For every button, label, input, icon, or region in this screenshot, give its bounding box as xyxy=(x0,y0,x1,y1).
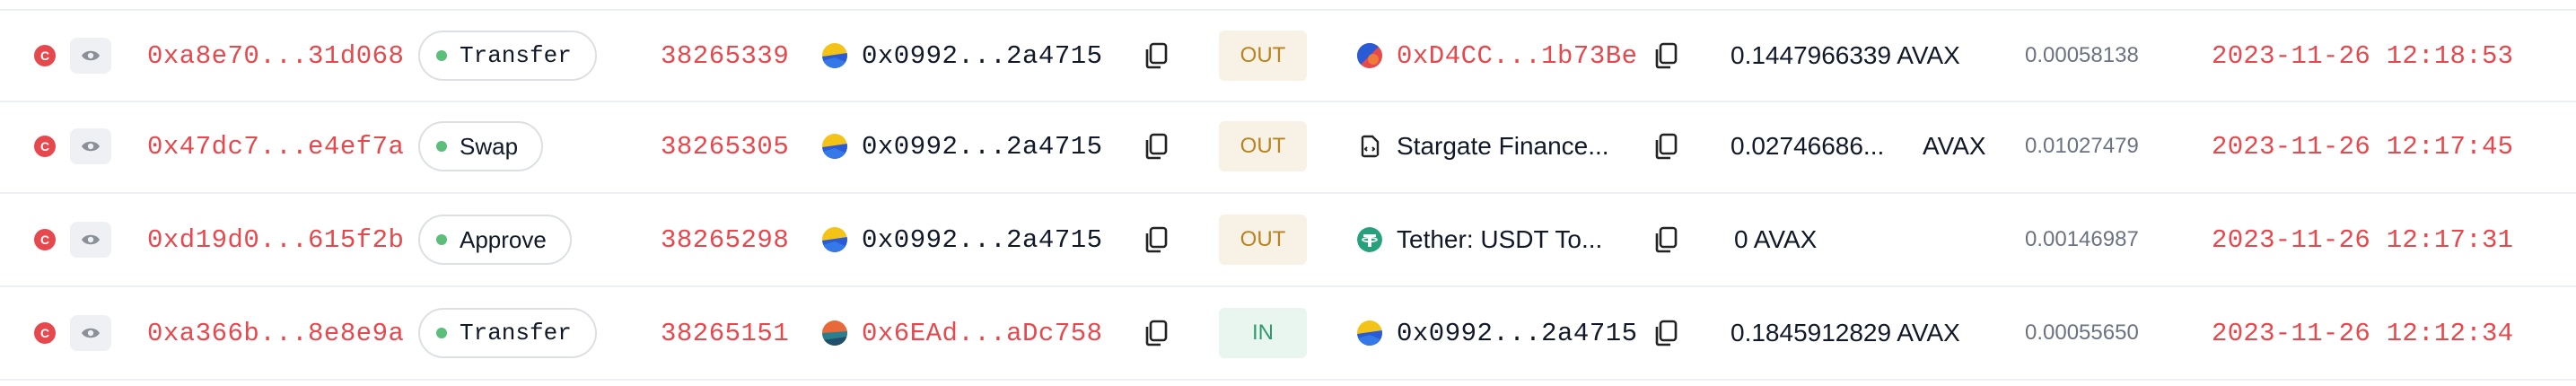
method-dot-icon xyxy=(436,141,447,152)
tx-fee: 0.00146987 xyxy=(2025,227,2139,251)
timestamp: 2023-11-26 12:17:31 xyxy=(2212,224,2514,255)
block-link[interactable]: 38265151 xyxy=(661,319,789,348)
table-row: C 0xd19d0...615f2b Approve 38265298 0x09… xyxy=(0,194,2576,287)
tx-fee: 0.00055650 xyxy=(2025,320,2139,345)
method-dot-icon xyxy=(436,50,447,61)
table-row: C 0xa8e70...31d068 Transfer 38265339 0x0… xyxy=(0,9,2576,102)
to-avatar-icon xyxy=(1357,320,1382,346)
to-label[interactable]: Tether: USDT To... xyxy=(1397,225,1602,254)
method-dot-icon xyxy=(436,234,447,245)
from-address[interactable]: 0x0992...2a4715 xyxy=(862,225,1103,255)
method-label: Approve xyxy=(460,225,547,253)
method-badge: Transfer xyxy=(418,31,597,81)
from-avatar-icon xyxy=(822,320,847,346)
status-icon: C xyxy=(34,136,56,157)
copy-icon[interactable] xyxy=(1138,38,1174,74)
transactions-table: C 0xa8e70...31d068 Transfer 38265339 0x0… xyxy=(0,0,2576,386)
copy-icon[interactable] xyxy=(1138,128,1174,164)
copy-icon[interactable] xyxy=(1138,222,1174,258)
from-avatar-icon xyxy=(822,134,847,159)
method-badge: Approve xyxy=(418,215,572,265)
method-label: Transfer xyxy=(460,320,572,347)
status-icon: C xyxy=(34,45,56,66)
method-dot-icon xyxy=(436,328,447,338)
table-row: C 0xa366b...8e8e9a Transfer 38265151 0x6… xyxy=(0,287,2576,381)
value-amount: 0.1447966339 AVAX xyxy=(1730,41,1960,69)
block-link[interactable]: 38265305 xyxy=(661,132,789,162)
method-badge: Swap xyxy=(418,121,544,171)
method-label: Transfer xyxy=(460,42,572,69)
copy-icon[interactable] xyxy=(1648,222,1684,258)
status-icon: C xyxy=(34,229,56,250)
block-link[interactable]: 38265339 xyxy=(661,41,789,71)
eye-icon[interactable] xyxy=(70,315,111,351)
copy-icon[interactable] xyxy=(1648,315,1684,351)
eye-icon[interactable] xyxy=(70,38,111,74)
block-link[interactable]: 38265298 xyxy=(661,225,789,255)
copy-icon[interactable] xyxy=(1648,38,1684,74)
direction-badge: OUT xyxy=(1219,121,1307,171)
copy-icon[interactable] xyxy=(1648,128,1684,164)
timestamp: 2023-11-26 12:18:53 xyxy=(2212,40,2514,71)
eye-icon[interactable] xyxy=(70,222,111,258)
direction-badge: OUT xyxy=(1219,31,1307,81)
copy-icon[interactable] xyxy=(1138,315,1174,351)
from-address[interactable]: 0x0992...2a4715 xyxy=(862,41,1103,71)
to-address[interactable]: 0x0992...2a4715 xyxy=(1397,319,1638,348)
tx-fee: 0.01027479 xyxy=(2025,134,2139,158)
method-badge: Transfer xyxy=(418,308,597,358)
to-address[interactable]: 0xD4CC...1b73Be xyxy=(1397,41,1638,71)
value-unit: AVAX xyxy=(1923,132,1986,160)
eye-icon[interactable] xyxy=(70,128,111,164)
value-amount: 0 AVAX xyxy=(1734,225,1818,253)
status-icon: C xyxy=(34,322,56,344)
direction-badge: OUT xyxy=(1219,215,1307,265)
timestamp: 2023-11-26 12:12:34 xyxy=(2212,318,2514,348)
tx-hash-link[interactable]: 0xa8e70...31d068 xyxy=(147,41,404,71)
direction-badge: IN xyxy=(1219,308,1307,358)
from-avatar-icon xyxy=(822,227,847,252)
from-address[interactable]: 0x0992...2a4715 xyxy=(862,132,1103,162)
value-amount: 0.02746686... xyxy=(1730,132,1885,160)
timestamp: 2023-11-26 12:17:45 xyxy=(2212,131,2514,162)
table-row: C 0x47dc7...e4ef7a Swap 38265305 0x0992.… xyxy=(0,101,2576,194)
from-address[interactable]: 0x6EAd...aDc758 xyxy=(862,319,1103,348)
contract-icon xyxy=(1357,134,1382,159)
tx-fee: 0.00058138 xyxy=(2025,43,2139,67)
to-label[interactable]: Stargate Finance... xyxy=(1397,132,1609,161)
to-avatar-icon xyxy=(1357,43,1382,68)
method-label: Swap xyxy=(460,132,519,160)
from-avatar-icon xyxy=(822,43,847,68)
value-amount: 0.1845912829 AVAX xyxy=(1730,319,1960,347)
tx-hash-link[interactable]: 0x47dc7...e4ef7a xyxy=(147,132,404,162)
tx-hash-link[interactable]: 0xd19d0...615f2b xyxy=(147,225,404,255)
tx-hash-link[interactable]: 0xa366b...8e8e9a xyxy=(147,319,404,348)
tether-icon xyxy=(1357,227,1382,252)
